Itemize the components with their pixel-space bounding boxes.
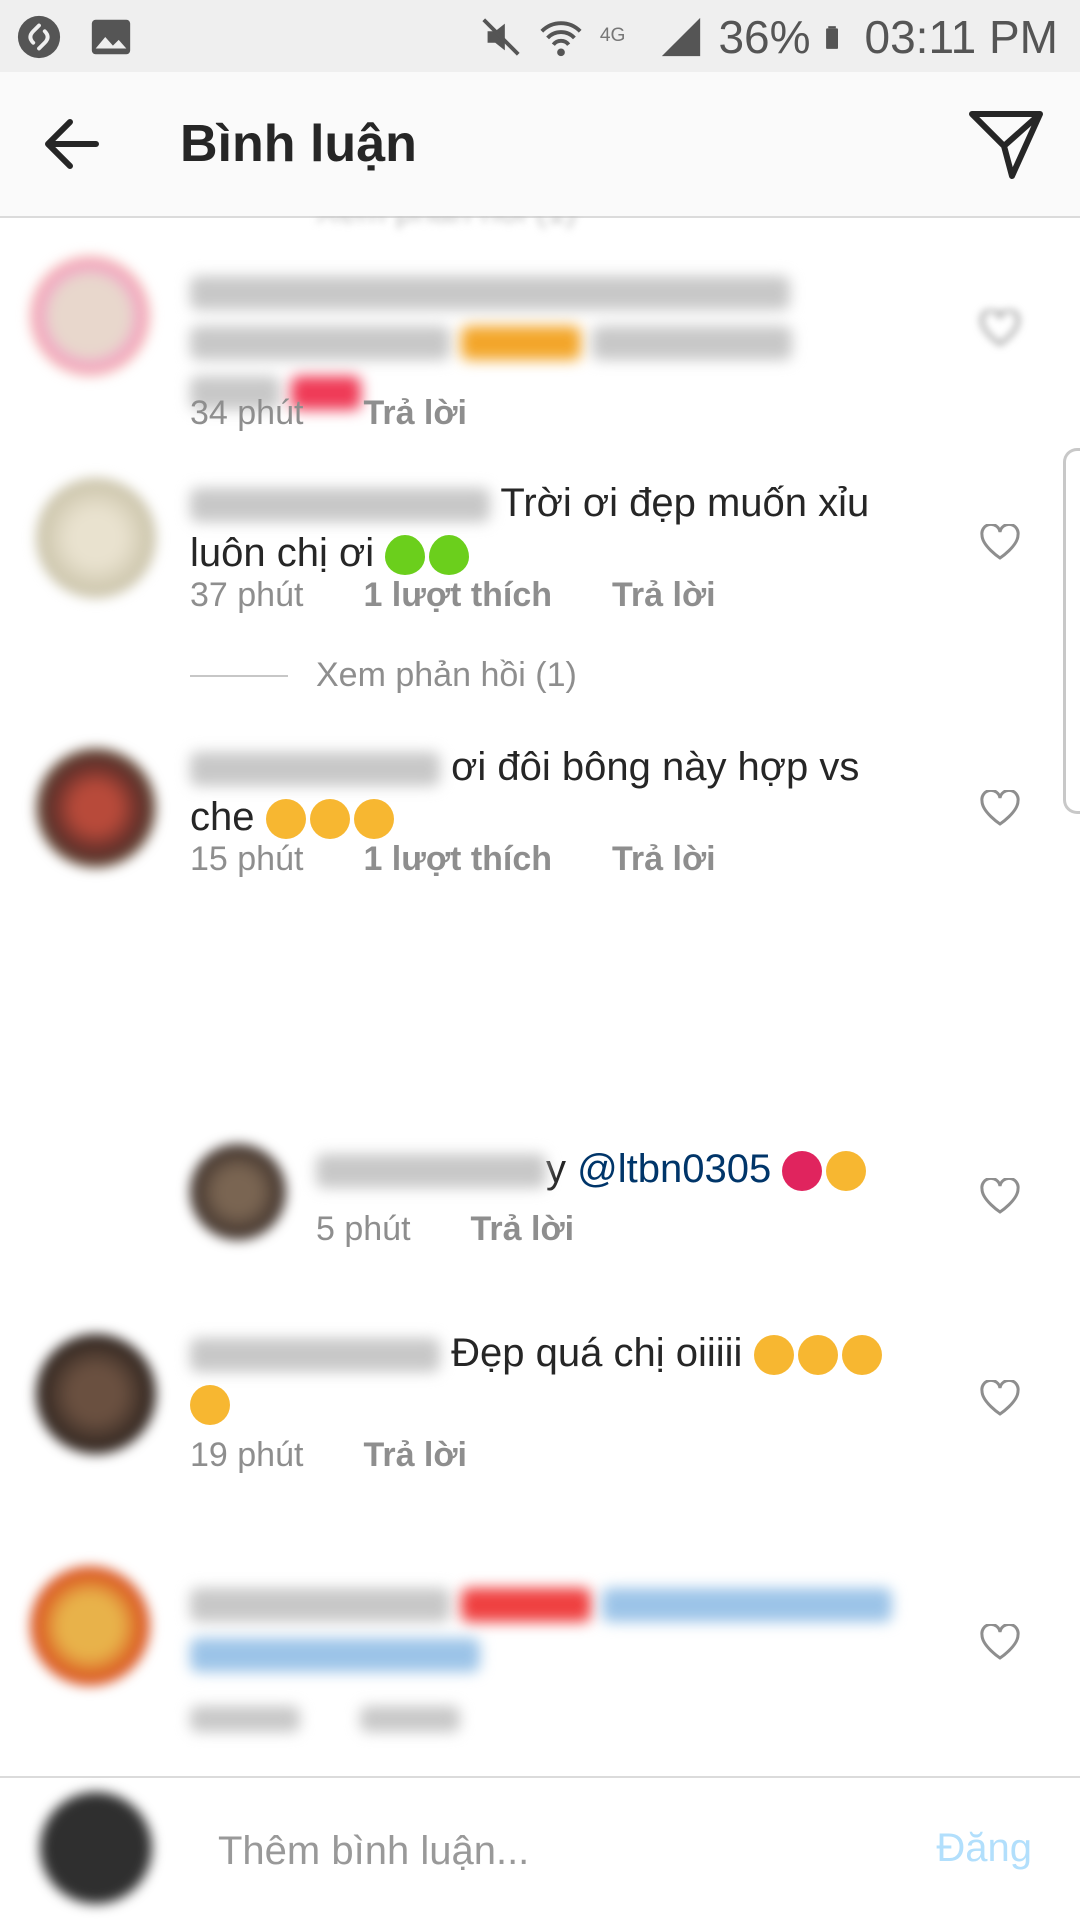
status-bar: 4G 36% 03:11 PM bbox=[0, 0, 1080, 72]
red-heart-emoji bbox=[782, 1151, 823, 1192]
heart-icon[interactable] bbox=[980, 1624, 1020, 1660]
avatar[interactable] bbox=[36, 478, 156, 598]
comment-text: Đẹp quá chị oiiiii bbox=[190, 1328, 920, 1428]
scroll-handle[interactable] bbox=[1063, 448, 1080, 814]
reply-button[interactable]: Trả lời bbox=[612, 840, 716, 879]
likes-count[interactable]: 1 lượt thích bbox=[363, 840, 552, 879]
heart-eyes-emoji bbox=[753, 1335, 794, 1376]
comment-text bbox=[190, 1578, 920, 1678]
heart-icon[interactable] bbox=[980, 310, 1020, 346]
back-arrow-icon[interactable] bbox=[40, 112, 104, 176]
comment-meta: 19 phút Trả lời bbox=[190, 1436, 467, 1475]
paper-plane-icon[interactable] bbox=[968, 108, 1044, 180]
avatar[interactable] bbox=[36, 748, 156, 868]
comment-body: Đẹp quá chị oiiiii bbox=[451, 1331, 743, 1375]
clock: 03:11 PM bbox=[864, 11, 1058, 63]
top-bar: Bình luận bbox=[0, 72, 1080, 218]
view-replies-partial[interactable]: Xem phản hồi (1) bbox=[190, 216, 577, 231]
heart-icon[interactable] bbox=[980, 790, 1020, 826]
comment-time: 34 phút bbox=[190, 394, 304, 432]
image-icon bbox=[91, 19, 131, 55]
battery-percentage: 36% bbox=[718, 11, 811, 63]
avatar[interactable] bbox=[36, 1334, 156, 1454]
heart-icon[interactable] bbox=[980, 1178, 1020, 1214]
shazam-icon bbox=[17, 15, 61, 59]
avatar[interactable] bbox=[30, 256, 150, 376]
reply-button[interactable]: Trả lời bbox=[363, 1436, 467, 1475]
likes-count[interactable]: 1 lượt thích bbox=[363, 576, 552, 615]
green-heart-emoji bbox=[429, 535, 470, 576]
comment-list[interactable]: Xem phản hồi (1) 34 phút Trả lời Trời ơi… bbox=[0, 216, 1080, 1776]
reply-button[interactable]: Trả lời bbox=[612, 576, 716, 615]
heart-eyes-emoji bbox=[826, 1151, 867, 1192]
heart-eyes-emoji bbox=[841, 1335, 882, 1376]
comment-text: y @ltbn0305 bbox=[316, 1144, 916, 1194]
comment-time: 37 phút bbox=[190, 576, 304, 614]
reply-button[interactable]: Trả lời bbox=[471, 1210, 575, 1249]
comment-input[interactable] bbox=[216, 1818, 900, 1884]
4g-icon: 4G bbox=[600, 25, 626, 46]
my-avatar bbox=[40, 1792, 152, 1904]
comment-time: 15 phút bbox=[190, 840, 304, 878]
mention-link[interactable]: @ltbn0305 bbox=[577, 1147, 771, 1191]
comment-meta: 34 phút Trả lời bbox=[190, 394, 467, 433]
comment-meta: 15 phút 1 lượt thích Trả lời bbox=[190, 840, 716, 879]
comment-meta: 5 phút Trả lời bbox=[316, 1210, 574, 1249]
wifi-icon bbox=[540, 21, 582, 57]
battery-icon bbox=[825, 26, 838, 49]
heart-icon[interactable] bbox=[980, 524, 1020, 560]
green-heart-emoji bbox=[385, 535, 426, 576]
comment-meta: 37 phút 1 lượt thích Trả lời bbox=[190, 576, 716, 615]
avatar[interactable] bbox=[30, 1566, 150, 1686]
view-replies-label: Xem phản hồi (1) bbox=[316, 656, 577, 694]
comment-text: ơi đôi bông này hợp vs che bbox=[190, 742, 920, 842]
heart-eyes-emoji bbox=[265, 799, 306, 840]
heart-eyes-emoji bbox=[353, 799, 394, 840]
heart-icon[interactable] bbox=[980, 1380, 1020, 1416]
heart-eyes-emoji bbox=[797, 1335, 838, 1376]
comment-composer: Đăng bbox=[0, 1776, 1080, 1922]
heart-eyes-emoji bbox=[190, 1385, 230, 1426]
comment-meta bbox=[190, 1706, 460, 1732]
divider-line bbox=[190, 674, 288, 677]
view-replies-button[interactable]: Xem phản hồi (1) bbox=[190, 656, 577, 695]
svg-text:4G: 4G bbox=[600, 25, 626, 46]
comment-body: y bbox=[546, 1147, 566, 1191]
page-title: Bình luận bbox=[180, 115, 417, 173]
reply-button[interactable]: Trả lời bbox=[363, 394, 467, 433]
comment-time: 19 phút bbox=[190, 1436, 304, 1474]
heart-eyes-emoji bbox=[309, 799, 350, 840]
avatar[interactable] bbox=[190, 1144, 286, 1240]
comment-time: 5 phút bbox=[316, 1210, 411, 1248]
post-button[interactable]: Đăng bbox=[936, 1826, 1032, 1871]
signal-icon bbox=[662, 17, 701, 57]
comment-text: Trời ơi đẹp muốn xỉu luôn chị ơi bbox=[190, 478, 920, 578]
mute-icon bbox=[482, 18, 521, 56]
